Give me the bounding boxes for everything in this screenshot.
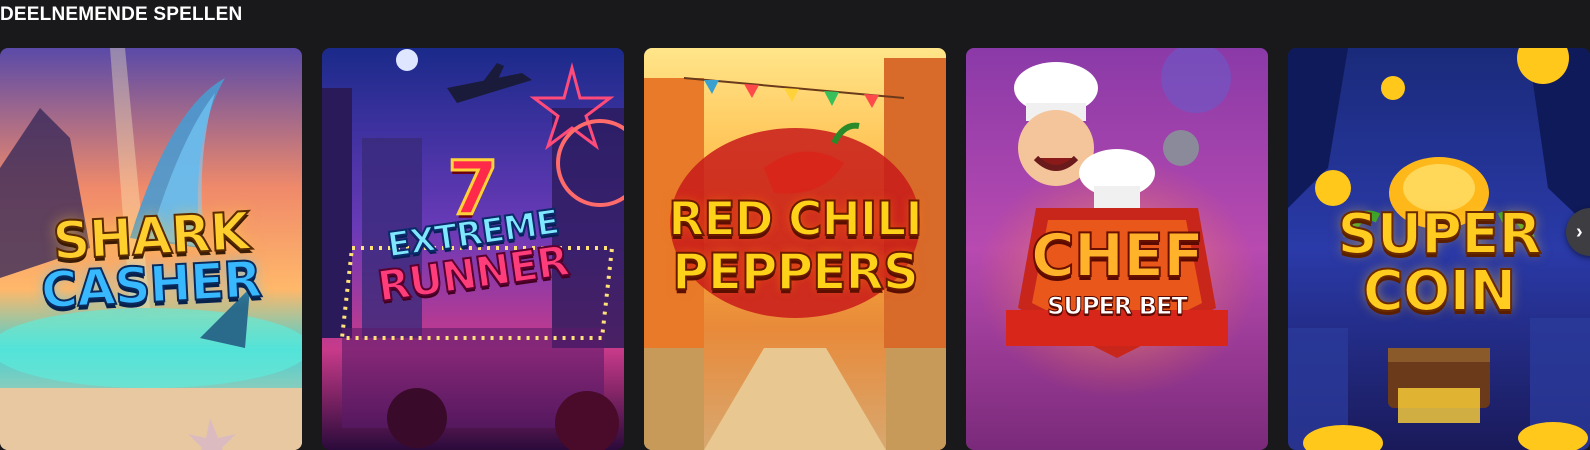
game-logo-line2: PEPPERS	[671, 242, 920, 301]
game-card-extreme-runner[interactable]: 7 EXTREME RUNNER	[322, 48, 624, 450]
game-logo-line1: CHEF	[1030, 221, 1205, 291]
game-logo: EXTREME RUNNER	[322, 201, 624, 312]
game-logo: SUPER COIN	[1288, 202, 1590, 325]
game-logo: SHARK CASHER	[0, 201, 302, 321]
game-logo-line2: CASHER	[39, 250, 264, 321]
game-logo: CHEF SUPER BET	[966, 221, 1268, 320]
games-carousel: SHARK CASHER 7 EXTREME RUNNER RED CHILI …	[0, 48, 1590, 450]
chevron-right-icon: ›	[1576, 220, 1583, 243]
game-card-chef-super-bet[interactable]: CHEF SUPER BET	[966, 48, 1268, 450]
game-card-super-coin[interactable]: SUPER COIN	[1288, 48, 1590, 450]
game-logo: RED CHILI PEPPERS	[644, 192, 946, 301]
section-title: DEELNEMENDE SPELLEN	[0, 4, 243, 25]
game-logo-line2: SUPER BET	[1047, 292, 1189, 320]
game-logo-line1: SUPER	[1336, 202, 1542, 267]
game-logo-line2: COIN	[1362, 259, 1517, 325]
game-card-shark-casher[interactable]: SHARK CASHER	[0, 48, 302, 450]
game-logo-line1: RED CHILI	[667, 192, 923, 247]
game-card-red-chili-peppers[interactable]: RED CHILI PEPPERS	[644, 48, 946, 450]
